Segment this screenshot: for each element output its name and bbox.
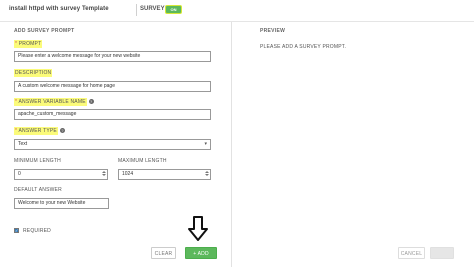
toggle-label: ON: [170, 7, 177, 12]
question-icon[interactable]: ?: [88, 99, 94, 105]
cancel-button[interactable]: CANCEL: [398, 247, 425, 259]
min-length-input[interactable]: 0: [14, 169, 108, 180]
variable-label: * ANSWER VARIABLE NAME?: [14, 98, 94, 106]
variable-input[interactable]: apache_custom_message: [14, 109, 211, 120]
add-button[interactable]: + ADD: [185, 247, 217, 259]
min-length-label: MINIMUM LENGTH: [14, 158, 61, 164]
preview-message: PLEASE ADD A SURVEY PROMPT.: [260, 44, 347, 50]
header-bar: install httpd with survey Template SURVE…: [0, 0, 474, 22]
prompt-label: * PROMPT: [14, 40, 43, 48]
answer-type-select[interactable]: Text ▾: [14, 139, 211, 150]
check-icon: ✓: [15, 228, 19, 233]
answer-type-label: * ANSWER TYPE?: [14, 127, 65, 135]
answer-type-value: Text: [18, 141, 28, 147]
clear-button[interactable]: CLEAR: [151, 247, 176, 259]
max-length-input[interactable]: 1024: [118, 169, 211, 180]
description-label: DESCRIPTION: [14, 69, 53, 77]
template-title: install httpd with survey Template: [9, 6, 109, 12]
max-length-stepper[interactable]: [205, 171, 209, 177]
min-length-value: 0: [18, 171, 21, 177]
min-length-stepper[interactable]: [102, 171, 106, 177]
survey-label: SURVEY: [140, 6, 165, 12]
required-checkbox[interactable]: ✓: [14, 228, 19, 233]
add-survey-prompt-panel: ADD SURVEY PROMPT * PROMPT Please enter …: [8, 24, 222, 267]
question-icon[interactable]: ?: [59, 128, 65, 134]
max-length-label: MAXIMUM LENGTH: [118, 158, 167, 164]
prompt-input[interactable]: Please enter a welcome message for your …: [14, 51, 211, 62]
default-answer-input[interactable]: Welcome to your new Website: [14, 198, 109, 209]
required-label: REQUIRED: [23, 228, 51, 234]
save-button[interactable]: SAVE: [430, 247, 454, 259]
divider: [136, 4, 137, 16]
preview-title: PREVIEW: [260, 28, 286, 34]
default-answer-label: DEFAULT ANSWER: [14, 187, 62, 193]
caret-down-icon: ▾: [204, 141, 207, 147]
section-title: ADD SURVEY PROMPT: [14, 28, 75, 34]
max-length-value: 1024: [122, 171, 134, 177]
down-arrow-icon: [188, 216, 208, 241]
preview-panel: PREVIEW PLEASE ADD A SURVEY PROMPT. CANC…: [231, 22, 474, 267]
survey-toggle[interactable]: ON: [165, 5, 182, 14]
description-input[interactable]: A custom welcome message for home page: [14, 81, 211, 92]
